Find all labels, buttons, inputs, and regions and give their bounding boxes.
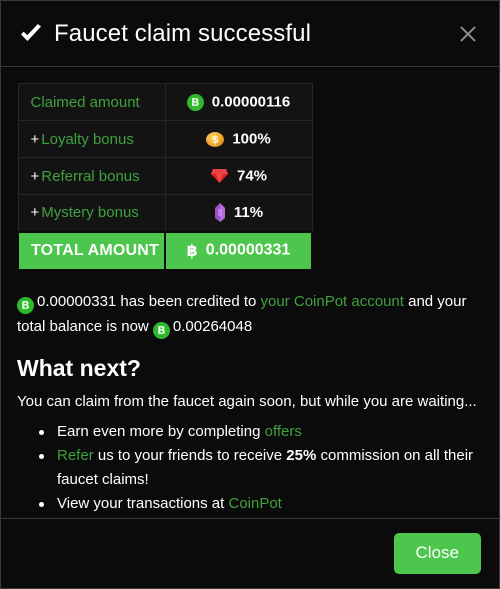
- what-next-intro: You can claim from the faucet again soon…: [17, 392, 477, 410]
- row-label-cell: Claimed amount: [17, 83, 166, 121]
- table-row: + Loyalty bonus $100%: [17, 120, 313, 158]
- close-icon[interactable]: [455, 21, 481, 47]
- list-item: Earn even more by completing offers: [39, 420, 483, 444]
- total-label-cell: TOTAL AMOUNT: [17, 230, 166, 271]
- commission-rate: 25%: [286, 446, 317, 464]
- row-value-cell: 11%: [164, 194, 313, 232]
- row-label-cell: + Mystery bonus: [17, 194, 166, 232]
- offers-link[interactable]: offers: [265, 423, 302, 440]
- row-label: Loyalty bonus: [41, 130, 134, 148]
- dialog-header: Faucet claim successful: [1, 1, 499, 67]
- what-next-list: Earn even more by completing offers Refe…: [17, 420, 483, 516]
- credited-balance: 0.00264048: [172, 317, 253, 335]
- row-label: Claimed amount: [30, 93, 140, 111]
- gold-coin-icon: $: [206, 131, 225, 147]
- row-value-cell: 74%: [164, 157, 313, 195]
- total-value: 0.00000331: [205, 241, 291, 259]
- coinpot-account-link[interactable]: your CoinPot account: [261, 293, 404, 310]
- dialog-title-wrap: Faucet claim successful: [18, 19, 455, 47]
- table-row: + Referral bonus 74%: [17, 157, 313, 195]
- faucet-claim-dialog: Faucet claim successful Claimed amount B…: [0, 0, 500, 589]
- table-row: Claimed amount B 0.00000116: [17, 83, 313, 121]
- row-prefix: +: [30, 167, 40, 185]
- bitcoin-coin-icon: B: [17, 296, 34, 314]
- table-row-total: TOTAL AMOUNT ฿ 0.00000331: [17, 230, 313, 271]
- page-title: Faucet claim successful: [54, 19, 312, 47]
- row-prefix: +: [30, 204, 40, 222]
- item-pre: Earn even more by completing: [57, 422, 265, 440]
- what-next-heading: What next?: [17, 354, 141, 381]
- total-label: TOTAL AMOUNT: [31, 241, 160, 259]
- bitcoin-symbol-icon: ฿: [186, 241, 198, 260]
- list-item: Refer us to your friends to receive 25% …: [39, 444, 483, 492]
- row-prefix: +: [30, 130, 40, 148]
- row-value: 0.00000116: [211, 93, 291, 111]
- bitcoin-coin-icon: B: [152, 321, 170, 339]
- credited-text-1: has been credited to: [116, 292, 261, 310]
- row-value: 11%: [233, 204, 264, 222]
- coinpot-link[interactable]: CoinPot: [228, 495, 281, 512]
- row-value-cell: $100%: [164, 120, 313, 158]
- row-value: 74%: [236, 167, 268, 185]
- check-icon: [18, 22, 44, 46]
- credited-amount: 0.00000331: [37, 292, 117, 310]
- row-label: Mystery bonus: [41, 204, 139, 222]
- total-value-cell: ฿ 0.00000331: [164, 230, 313, 271]
- credited-message: B 0.00000331 has been credited to your Co…: [17, 289, 483, 339]
- table-row: + Mystery bonus 11%: [17, 194, 313, 232]
- list-item: View your transactions at CoinPot: [39, 492, 483, 516]
- row-value-cell: B 0.00000116: [164, 83, 313, 121]
- item-post: us to your friends to receive: [93, 446, 287, 464]
- amount-breakdown-table: Claimed amount B 0.00000116 + Loyalty bonu…: [17, 83, 313, 271]
- refer-link[interactable]: Refer: [57, 447, 94, 464]
- item-pre: View your transactions at: [57, 494, 229, 512]
- dialog-footer: Close: [1, 518, 499, 588]
- row-label: Referral bonus: [41, 167, 140, 185]
- dialog-body: Claimed amount B 0.00000116 + Loyalty bonu…: [1, 67, 499, 518]
- purple-gem-icon: [214, 203, 226, 223]
- row-value: 100%: [232, 130, 271, 148]
- row-label-cell: + Loyalty bonus: [17, 120, 166, 158]
- close-button[interactable]: Close: [393, 533, 481, 574]
- bitcoin-coin-icon: B: [186, 93, 204, 111]
- row-label-cell: + Referral bonus: [17, 157, 166, 195]
- red-gem-icon: [210, 168, 229, 184]
